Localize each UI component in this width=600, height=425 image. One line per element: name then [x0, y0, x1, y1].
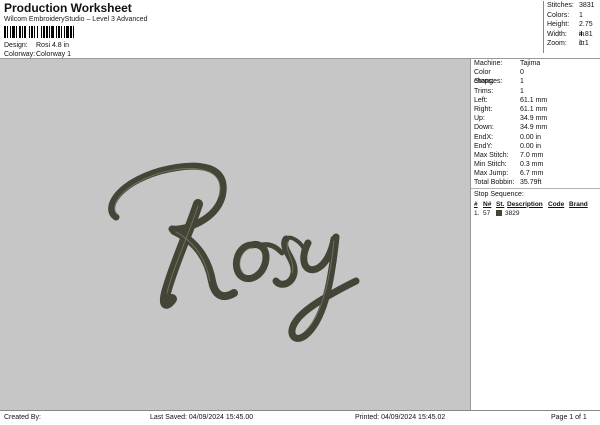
detail-row: Left: 61.1 mm: [471, 96, 600, 105]
last-saved: Last Saved: 04/09/2024 15:45.00: [150, 414, 254, 421]
page-number: Page 1 of 1: [551, 414, 587, 421]
stop-sequence-row: 1. 57 3829: [471, 209, 600, 218]
stop-stitches: 3829: [505, 209, 520, 217]
height-value: 2.75 in: [579, 21, 593, 38]
zoom-label: Zoom:: [547, 40, 567, 47]
printed-date: Printed: 04/09/2024 15:45.02: [355, 414, 446, 421]
detail-label: Down:: [474, 124, 494, 132]
colorway-value: Colorway 1: [36, 51, 72, 58]
detail-value: 0.00 in: [520, 142, 542, 150]
detail-row: Trims: 1: [471, 87, 600, 96]
detail-row: Max Jump: 6.7 mm: [471, 169, 600, 178]
detail-value: 7.0 mm: [520, 151, 544, 159]
col-stitches: St.: [496, 200, 505, 208]
detail-row: Color changes: 0: [471, 68, 600, 86]
detail-value: 0.3 mm: [520, 161, 544, 169]
details-panel: Machine: Tajima Color changes: 0 Stops: 1 Trim…: [470, 59, 600, 410]
detail-row: Right: 61.1 mm: [471, 105, 600, 114]
design-canvas: [0, 59, 470, 410]
detail-label: Max Stitch:: [474, 151, 509, 159]
design-value: Rosi 4.8 in: [36, 42, 70, 49]
colors-row: Colors: 1: [544, 11, 600, 21]
colors-label: Colors:: [547, 11, 570, 19]
detail-value: 34.9 mm: [520, 115, 548, 123]
detail-row: Down: 34.9 mm: [471, 123, 600, 132]
detail-label: Color changes:: [474, 69, 503, 86]
col-number: #: [474, 200, 478, 208]
summary-box: Stitches: 3831 Colors: 1 Height: 2.75 in Wi…: [543, 1, 600, 53]
detail-value: 61.1 mm: [520, 96, 548, 104]
detail-value: Tajima: [520, 60, 541, 67]
detail-row: Min Stitch: 0.3 mm: [471, 160, 600, 169]
height-row: Height: 2.75 in: [544, 20, 600, 38]
details-list: Machine: Tajima Color changes: 0 Stops: 1 Trim…: [471, 59, 600, 188]
stitches-label: Stitches:: [547, 2, 574, 9]
stop-sequence-header: # N# St. Description Code Brand: [471, 200, 600, 209]
stop-number: 1.: [474, 209, 480, 217]
design-row: Design: Rosi 4.8 in: [4, 42, 69, 49]
col-brand: Brand: [569, 200, 588, 208]
detail-label: Machine:: [474, 60, 503, 67]
zoom-row: Zoom: 1:1: [544, 39, 600, 49]
col-code: Code: [548, 200, 565, 208]
detail-label: Max Jump:: [474, 170, 509, 178]
detail-row: Stops: 1: [471, 77, 600, 86]
design-label: Design:: [4, 42, 28, 49]
width-row: Width: 4.81 in: [544, 30, 600, 48]
footer: Created By: Last Saved: 04/09/2024 15:45…: [0, 410, 600, 425]
detail-label: Trims:: [474, 87, 494, 95]
detail-label: EndX:: [474, 133, 494, 141]
width-label: Width:: [547, 30, 567, 38]
detail-label: Up:: [474, 115, 485, 123]
detail-label: Stops:: [474, 78, 494, 86]
barcode-image: [4, 26, 74, 38]
embroidery-design: [108, 162, 360, 342]
page-title: Production Worksheet: [4, 1, 132, 15]
stitches-row: Stitches: 3831: [544, 1, 600, 11]
detail-label: EndY:: [474, 142, 493, 150]
detail-row: EndX: 0.00 in: [471, 133, 600, 142]
col-needle: N#: [483, 200, 492, 208]
detail-value: 35.79ft: [520, 179, 542, 187]
width-value: 4.81 in: [579, 30, 593, 48]
detail-value: 0: [520, 69, 524, 77]
detail-value: 0.00 in: [520, 133, 542, 141]
thread-color-swatch: [496, 210, 502, 217]
stitches-value: 3831: [579, 2, 595, 9]
created-by: Created By:: [4, 414, 41, 421]
software-subtitle: Wilcom EmbroideryStudio – Level 3 Advanc…: [4, 16, 148, 23]
detail-row: Machine: Tajima: [471, 59, 600, 68]
detail-label: Total Bobbin:: [474, 179, 515, 187]
detail-label: Right:: [474, 105, 493, 113]
colorway-label: Colorway:: [4, 51, 36, 58]
height-label: Height:: [547, 21, 570, 28]
col-description: Description: [507, 200, 543, 208]
stop-sequence-heading: Stop Sequence:: [474, 190, 524, 198]
detail-label: Min Stitch:: [474, 161, 507, 169]
detail-value: 34.9 mm: [520, 124, 548, 132]
detail-value: 1: [520, 87, 524, 95]
colors-value: 1: [579, 11, 583, 19]
detail-row: Total Bobbin: 35.79ft: [471, 178, 600, 187]
detail-row: Up: 34.9 mm: [471, 114, 600, 123]
detail-row: EndY: 0.00 in: [471, 142, 600, 151]
stop-needle: 57: [483, 209, 491, 217]
detail-row: Max Stitch: 7.0 mm: [471, 151, 600, 160]
detail-value: 6.7 mm: [520, 170, 544, 178]
detail-label: Left:: [474, 96, 488, 104]
zoom-value: 1:1: [579, 40, 589, 47]
detail-value: 1: [520, 78, 524, 86]
colorway-row: Colorway:Colorway 1: [4, 51, 71, 58]
detail-value: 61.1 mm: [520, 105, 548, 113]
